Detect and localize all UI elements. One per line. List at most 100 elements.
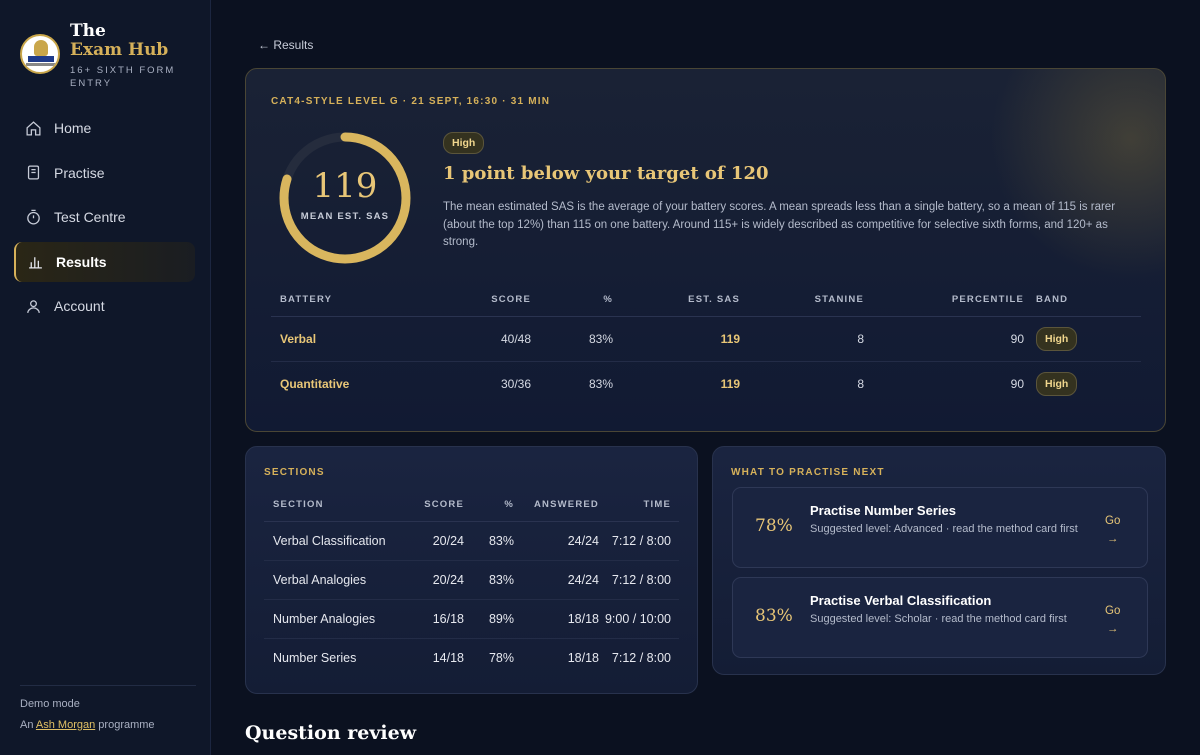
battery-name: Verbal [271, 316, 431, 362]
battery-percentile: 90 [1010, 376, 1024, 391]
practise-card-percent: 78% [755, 516, 793, 536]
section-answered: 18/18 [514, 599, 599, 639]
section-time: 9:00 / 10:00 [599, 599, 679, 639]
author-link[interactable]: Ash Morgan [36, 719, 95, 731]
practise-card-subtitle: Suggested level: Scholar · read the meth… [810, 613, 1067, 625]
arrow-right-icon: → [1106, 623, 1119, 635]
credit-prefix: An [20, 719, 34, 731]
battery-score: 30/36 [500, 376, 531, 391]
table-row: Verbal Classification 20/24 83% 24/24 7:… [264, 521, 679, 561]
column-header: SCORE [409, 489, 464, 522]
battery-percentile: 90 [864, 316, 1024, 362]
sidebar-item-label: Practise [54, 164, 105, 181]
practise-card-title: Practise Number Series [810, 503, 956, 518]
practise-next-title: WHAT TO PRACTISE NEXT [731, 467, 885, 478]
band-badge: High [1036, 326, 1078, 351]
credit-suffix: programme [98, 719, 155, 731]
brand-subtitle: 16+ SIXTH FORM ENTRY [70, 65, 176, 89]
test-meta: CAT4-STYLE LEVEL G · 21 SEPT, 16:30 · 31… [271, 96, 551, 107]
column-header: STANINE [740, 284, 864, 317]
target-comparison-title: 1 point below your target of 120 [443, 163, 769, 184]
sas-explanation: The mean estimated SAS is the average of… [443, 201, 1116, 248]
practise-card[interactable]: 83% Practise Verbal Classification Sugge… [732, 577, 1148, 658]
column-header: ANSWERED [514, 489, 599, 522]
programme-credit: An Ash Morgan programme [20, 719, 196, 731]
section-name: Verbal Classification [264, 521, 409, 561]
table-header-row: SECTION SCORE % ANSWERED TIME [264, 489, 679, 522]
section-time: 7:12 / 8:00 [599, 521, 679, 561]
battery-stanine: 8 [857, 376, 864, 391]
column-header: BAND [1024, 284, 1141, 317]
sections-table: SECTION SCORE % ANSWERED TIME Verbal Cla… [264, 489, 679, 677]
practise-card[interactable]: 78% Practise Number Series Suggested lev… [732, 487, 1148, 568]
sidebar-item-home[interactable]: Home [14, 108, 195, 148]
section-percent: 83% [464, 521, 514, 561]
sidebar-item-test-centre[interactable]: Test Centre [14, 197, 195, 237]
stopwatch-icon [24, 208, 42, 226]
table-row: Verbal Analogies 20/24 83% 24/24 7:12 / … [264, 560, 679, 600]
battery-band-cell: High [1024, 361, 1141, 406]
section-score: 16/18 [409, 599, 464, 639]
section-score: 20/24 [409, 560, 464, 600]
column-header: % [464, 489, 514, 522]
go-label: Go [1105, 515, 1121, 527]
battery-band-cell: High [1024, 316, 1141, 362]
sidebar-item-practise[interactable]: Practise [14, 153, 195, 193]
brand-name-line1: The [70, 21, 106, 41]
battery-table: BATTERY SCORE % EST. SAS STANINE PERCENT… [271, 284, 1141, 406]
column-header: SCORE [431, 284, 531, 317]
sidebar-item-label: Test Centre [54, 209, 126, 225]
column-header: EST. SAS [613, 284, 740, 317]
section-score: 14/18 [432, 650, 464, 665]
back-to-results-link[interactable]: ← Results [258, 38, 313, 52]
table-header-row: BATTERY SCORE % EST. SAS STANINE PERCENT… [271, 284, 1141, 317]
section-answered: 18/18 [567, 650, 599, 665]
practise-card-title: Practise Verbal Classification [810, 593, 992, 608]
section-time: 7:12 / 8:00 [611, 650, 671, 665]
go-button[interactable]: Go → [1105, 512, 1120, 548]
column-header: % [531, 284, 613, 317]
section-time: 7:12 / 8:00 [599, 560, 679, 600]
sidebar-item-label: Account [54, 298, 105, 314]
table-row: Quantitative 30/36 83% 119 8 90 High [271, 361, 1141, 406]
home-icon [24, 119, 42, 137]
sidebar-item-account[interactable]: Account [14, 286, 195, 326]
mean-sas-label: MEAN EST. SAS [300, 211, 390, 222]
section-name: Verbal Analogies [264, 560, 409, 600]
brand-name-line2: Exam Hub [70, 40, 169, 60]
sections-title: SECTIONS [264, 467, 325, 478]
table-row: Number Series 14/18 78% 18/18 7:12 / 8:0… [264, 638, 679, 677]
section-percent: 83% [464, 560, 514, 600]
score-summary-card: CAT4-STYLE LEVEL G · 21 SEPT, 16:30 · 31… [245, 68, 1166, 432]
bar-chart-icon [26, 253, 44, 271]
practise-card-subtitle: Suggested level: Advanced · read the met… [810, 523, 1078, 535]
section-name: Number Analogies [264, 599, 409, 639]
sidebar-item-label: Results [56, 253, 107, 270]
sidebar-nav: Home Practise Test Centre Results Accoun… [14, 108, 195, 331]
ash-morgan-logo [20, 34, 60, 74]
band-badge: High [443, 132, 485, 154]
column-header: BATTERY [271, 284, 431, 317]
column-header: SECTION [264, 489, 409, 522]
user-icon [24, 297, 42, 315]
battery-sas: 119 [613, 316, 740, 362]
practise-card-percent: 83% [755, 606, 793, 626]
practise-next-panel: WHAT TO PRACTISE NEXT 78% Practise Numbe… [712, 446, 1166, 675]
battery-score: 40/48 [431, 316, 531, 362]
battery-name: Quantitative [280, 376, 350, 391]
sidebar-item-label: Home [54, 120, 92, 136]
sidebar-item-results[interactable]: Results [14, 241, 195, 282]
question-review-heading: Question review [245, 722, 417, 744]
sidebar: The Exam Hub 16+ SIXTH FORM ENTRY Home P… [0, 0, 211, 755]
document-icon [24, 164, 42, 182]
section-answered: 24/24 [514, 521, 599, 561]
section-percent: 89% [464, 599, 514, 639]
battery-percent: 83% [588, 376, 613, 391]
brand[interactable]: The Exam Hub 16+ SIXTH FORM ENTRY [20, 22, 180, 90]
band-badge: High [1036, 371, 1078, 396]
go-button[interactable]: Go → [1105, 602, 1120, 638]
sidebar-footer: Demo mode An Ash Morgan programme [20, 685, 196, 731]
go-label: Go [1105, 605, 1121, 617]
battery-sas: 119 [720, 376, 740, 391]
section-answered: 24/24 [514, 560, 599, 600]
